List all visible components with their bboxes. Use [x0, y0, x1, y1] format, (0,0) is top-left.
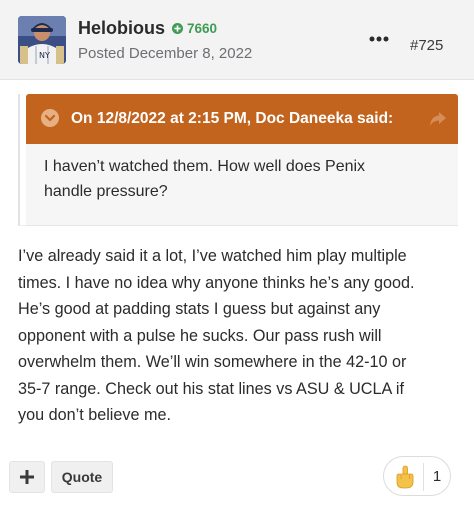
post-line: He’s good at padding stats I guess but a…	[18, 300, 381, 318]
reputation-count: 7660	[187, 21, 218, 36]
reaction-button[interactable]: 1	[383, 456, 451, 496]
plus-icon	[20, 470, 34, 484]
quote-citation-text: On 12/8/2022 at 2:15 PM, Doc Daneeka sai…	[71, 110, 394, 127]
post-content: I’ve already said it a lot, I’ve watched…	[18, 243, 460, 429]
quote-block: On 12/8/2022 at 2:15 PM, Doc Daneeka sai…	[18, 94, 458, 226]
svg-text:NY: NY	[39, 51, 50, 60]
reaction-count: 1	[432, 468, 442, 485]
quote-line: handle pressure?	[44, 183, 168, 200]
post-line: 35-7 range. Check out his stat lines vs …	[18, 379, 404, 398]
chevron-down-circle-icon[interactable]	[41, 109, 59, 127]
forum-post: NY Helobious 7660 Posted December 8, 202…	[0, 0, 474, 507]
ellipsis-icon[interactable]	[368, 34, 390, 44]
post-line: you don’t believe me.	[18, 406, 171, 424]
post-number[interactable]: #725	[410, 37, 443, 54]
post-line: overwhelm them. We’ll win somewhere in t…	[18, 353, 407, 371]
posted-date[interactable]: Posted December 8, 2022	[78, 45, 252, 62]
post-line: opponent with a pulse he sucks. Our pass…	[18, 326, 382, 345]
reaction-divider	[423, 463, 424, 491]
plus-circle-icon	[172, 23, 183, 34]
quote-citation: On 12/8/2022 at 2:15 PM, Doc Daneeka sai…	[26, 94, 458, 144]
quote-text: I haven’t watched them. How well does Pe…	[44, 154, 444, 204]
post-line: times. I have no idea why anyone thinks …	[18, 273, 415, 292]
multiquote-button[interactable]	[9, 461, 45, 493]
quote-line: I haven’t watched them. How well does Pe…	[44, 158, 366, 175]
middle-finger-emoji-icon	[396, 465, 414, 489]
post-line: I’ve already said it a lot, I’ve watched…	[18, 247, 407, 265]
avatar[interactable]: NY	[18, 16, 66, 64]
quote-button[interactable]: Quote	[51, 461, 113, 493]
reputation-badge: 7660	[172, 21, 217, 36]
quote-body: I haven’t watched them. How well does Pe…	[26, 144, 458, 226]
author-name[interactable]: Helobious	[78, 18, 165, 39]
post-header: NY Helobious 7660 Posted December 8, 202…	[0, 0, 474, 80]
share-arrow-icon[interactable]	[429, 111, 447, 127]
